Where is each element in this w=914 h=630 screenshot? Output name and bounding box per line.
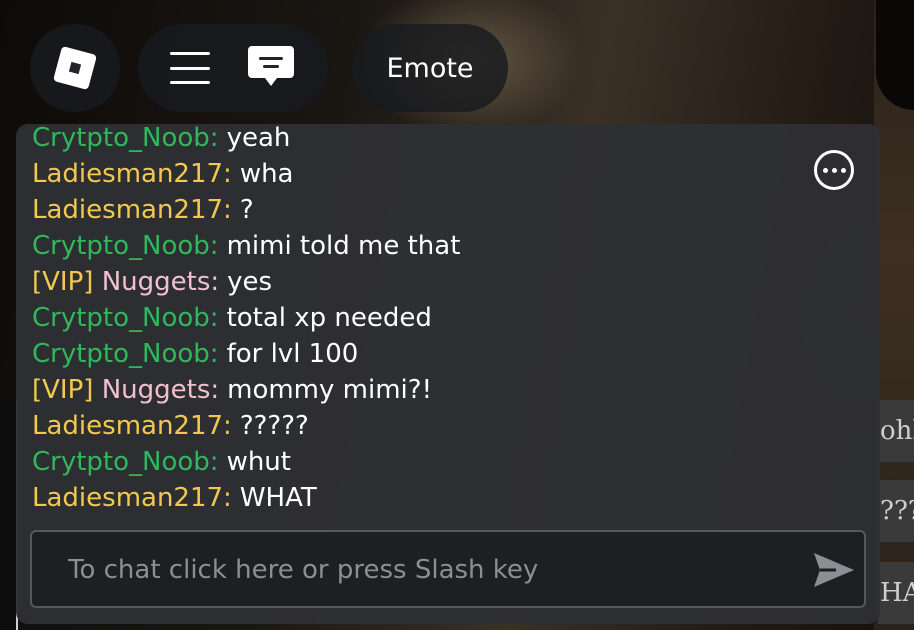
chat-message-author[interactable]: Crytpto_Noob: bbox=[32, 447, 219, 477]
roblox-logo-icon bbox=[52, 45, 98, 91]
chat-message: Ladiesman217: wha bbox=[32, 156, 792, 192]
chat-message-text: ????? bbox=[239, 411, 309, 441]
chat-window: Crytpto_Noob: yeah Ladiesman217: wha Ladiesm… bbox=[16, 124, 880, 624]
chat-message-author[interactable]: Ladiesman217: bbox=[32, 159, 232, 189]
chat-message-author[interactable]: Nuggets: bbox=[102, 267, 219, 297]
chat-message-text: WHAT bbox=[239, 483, 317, 513]
chat-message-text: total xp needed bbox=[226, 303, 432, 333]
chat-message-text: yes bbox=[227, 267, 273, 297]
chat-message-author[interactable]: Crytpto_Noob: bbox=[32, 303, 219, 333]
emote-button[interactable]: Emote bbox=[352, 24, 508, 112]
chat-message-author[interactable]: Crytpto_Noob: bbox=[32, 339, 219, 369]
chat-message: [VIP] Nuggets: mommy mimi?! bbox=[32, 372, 792, 408]
chat-message-author[interactable]: Ladiesman217: bbox=[32, 411, 232, 441]
background-sign-3: HA bbox=[878, 562, 914, 624]
chat-message-author[interactable]: Nuggets: bbox=[102, 375, 219, 405]
chat-message-text: for lvl 100 bbox=[226, 339, 359, 369]
chat-message: Crytpto_Noob: total xp needed bbox=[32, 300, 792, 336]
send-arrow-icon[interactable] bbox=[812, 550, 856, 594]
chat-input-box[interactable] bbox=[30, 530, 866, 608]
topbar-menu-group bbox=[138, 24, 328, 112]
chat-message: Ladiesman217:? bbox=[32, 192, 792, 228]
background-sign-1: ohh bbox=[878, 400, 914, 462]
hamburger-menu-icon[interactable] bbox=[170, 52, 210, 84]
chat-message: Ladiesman217:????? bbox=[32, 408, 792, 444]
chat-message-text: ? bbox=[239, 195, 254, 225]
chat-message-text: whut bbox=[226, 447, 291, 477]
chat-message-log[interactable]: Crytpto_Noob: yeah Ladiesman217: wha Ladiesm… bbox=[32, 124, 792, 518]
chat-message-text: mommy mimi?! bbox=[227, 375, 432, 405]
chat-message-text: yeah bbox=[226, 124, 291, 153]
chat-message-text: wha bbox=[239, 159, 294, 189]
background-dark-corner bbox=[876, 0, 914, 110]
chat-message: Crytpto_Noob: yeah bbox=[32, 124, 792, 156]
chat-message: Crytpto_Noob: for lvl 100 bbox=[32, 336, 792, 372]
chat-message-tag: [VIP] bbox=[32, 375, 94, 405]
more-options-icon[interactable] bbox=[814, 150, 854, 190]
chat-message: Ladiesman217: WHAT bbox=[32, 480, 792, 516]
chat-message-author[interactable]: Ladiesman217: bbox=[32, 195, 232, 225]
chat-message: [VIP] Nuggets: yes bbox=[32, 264, 792, 300]
chat-input[interactable] bbox=[66, 532, 770, 608]
roblox-menu-button[interactable] bbox=[30, 24, 120, 112]
chat-message-author[interactable]: Crytpto_Noob: bbox=[32, 231, 219, 261]
emote-button-label: Emote bbox=[386, 52, 474, 84]
chat-message: Crytpto_Noob: whut bbox=[32, 444, 792, 480]
chat-message: Crytpto_Noob: mimi told me that bbox=[32, 228, 792, 264]
chat-message-tag: [VIP] bbox=[32, 267, 94, 297]
chat-bubble-icon[interactable] bbox=[246, 44, 296, 92]
chat-message-author[interactable]: Ladiesman217: bbox=[32, 483, 232, 513]
chat-message-author[interactable]: Crytpto_Noob: bbox=[32, 124, 219, 153]
chat-message-text: mimi told me that bbox=[226, 231, 461, 261]
background-sign-2: ??? bbox=[878, 480, 914, 542]
